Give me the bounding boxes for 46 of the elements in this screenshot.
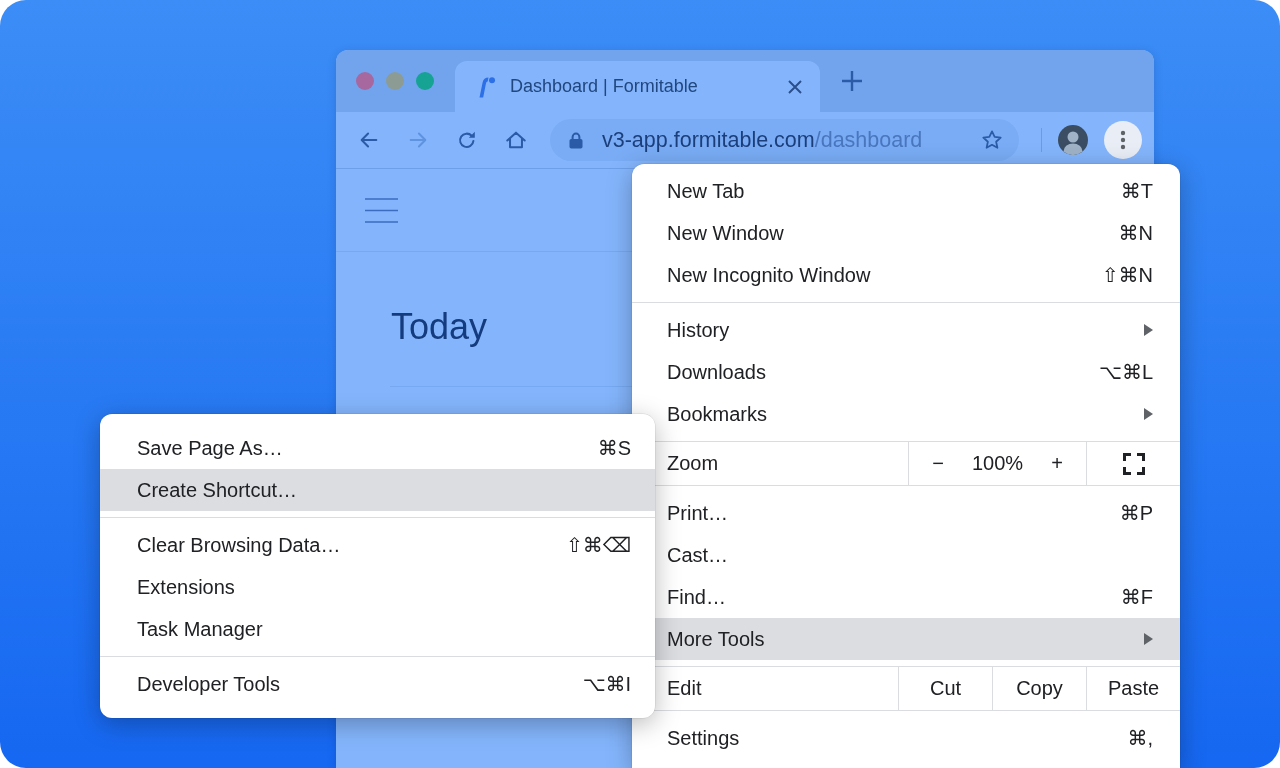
browser-menu-button[interactable]: [1104, 121, 1142, 159]
star-icon: [981, 129, 1003, 151]
fullscreen-icon: [1122, 452, 1145, 475]
keyboard-shortcut: ⇧⌘N: [1101, 263, 1153, 287]
plus-icon: [842, 71, 862, 91]
edit-label: Edit: [667, 677, 702, 700]
new-tab-button[interactable]: [842, 71, 862, 91]
menu-item[interactable]: New Incognito Window ⇧⌘N: [632, 254, 1180, 296]
keyboard-shortcut: ⌥⌘L: [1098, 360, 1153, 384]
logo-icon: [478, 75, 496, 98]
keyboard-shortcut: ⌘F: [1120, 585, 1153, 609]
avatar-icon[interactable]: [1058, 125, 1088, 155]
menu-item[interactable]: New Tab ⌘T: [632, 170, 1180, 212]
menu-item[interactable]: Save Page As… ⌘S: [100, 427, 655, 469]
keyboard-shortcut: ⌘S: [597, 436, 631, 460]
bookmark-button[interactable]: [981, 129, 1003, 151]
reload-button[interactable]: [456, 129, 478, 151]
home-icon: [505, 129, 527, 151]
menu-item[interactable]: Downloads ⌥⌘L: [632, 351, 1180, 393]
tab-close-button[interactable]: [788, 79, 802, 94]
menu-item[interactable]: New Window ⌘N: [632, 212, 1180, 254]
menu-item[interactable]: Clear Browsing Data… ⇧⌘⌫: [100, 524, 655, 566]
menu-item[interactable]: Create Shortcut…: [100, 469, 655, 511]
keyboard-shortcut: ⇧⌘⌫: [565, 533, 631, 557]
menu-item[interactable]: Extensions: [100, 566, 655, 608]
home-button[interactable]: [505, 129, 527, 151]
keyboard-shortcut: ⌘P: [1119, 501, 1153, 525]
zoom-label: Zoom: [667, 452, 719, 475]
keyboard-shortcut: ⌘T: [1120, 179, 1153, 203]
zoom-level: 100%: [971, 452, 1024, 475]
menu-item[interactable]: Developer Tools ⌥⌘I: [100, 663, 655, 705]
hamburger-menu-icon[interactable]: [365, 197, 398, 223]
keyboard-shortcut: ⌘N: [1118, 221, 1153, 245]
page-heading: Today: [391, 306, 488, 348]
vertical-dots-icon: [1120, 130, 1126, 150]
lock-icon: [569, 131, 583, 149]
keyboard-shortcut: ⌥⌘I: [582, 672, 631, 696]
reload-icon: [456, 129, 478, 151]
close-icon: [788, 79, 802, 94]
zoom-out-button[interactable]: −: [909, 442, 967, 485]
keyboard-shortcut: ⌘,: [1127, 726, 1153, 750]
menu-item[interactable]: Settings ⌘,: [632, 717, 1180, 759]
menu-item[interactable]: History: [632, 309, 1180, 351]
browser-tab[interactable]: Dashboard | Formitable: [455, 61, 820, 112]
address-bar[interactable]: v3-app.formitable.com/dashboard: [550, 119, 1019, 161]
zoom-in-button[interactable]: +: [1028, 442, 1086, 485]
